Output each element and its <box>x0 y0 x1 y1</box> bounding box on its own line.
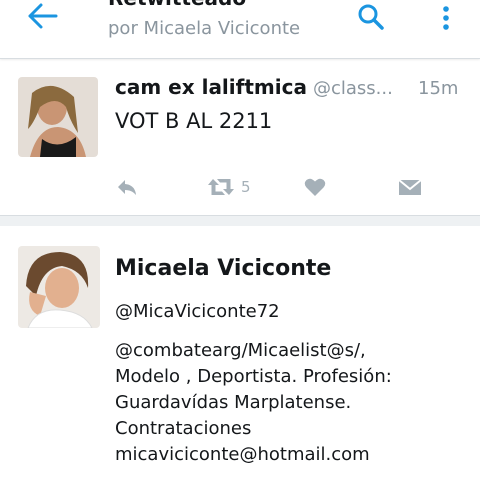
profile-handle: @MicaViciconte72 <box>115 301 280 322</box>
tweet-author-handle: @class... <box>312 78 393 99</box>
profile-bio: @combatearg/Micaelist@s/, Modelo , Depor… <box>115 338 475 468</box>
arrow-left-icon[interactable] <box>26 2 60 30</box>
direct-message-icon[interactable] <box>397 175 423 199</box>
page-title: Retwitteado <box>108 0 246 10</box>
retweet-icon <box>208 179 234 195</box>
bio-line: Guardavídas Marplatense. <box>115 392 352 413</box>
bio-line: @combatearg/Micaelist@s/, <box>115 340 366 361</box>
bio-line: Modelo , Deportista. Profesión: <box>115 366 392 387</box>
tweet-text: VOT B AL 2211 <box>115 109 273 133</box>
tweet-author-name[interactable]: cam ex laliftmica <box>115 75 307 99</box>
more-vertical-icon[interactable] <box>436 4 456 34</box>
like-icon[interactable] <box>303 175 327 199</box>
retweeter-profile: Micaela Viciconte @MicaViciconte72 @comb… <box>0 226 480 480</box>
tweet-actions: 5 <box>115 175 425 201</box>
bio-line: Contrataciones <box>115 418 252 439</box>
bio-line: micaviciconte@hotmail.com <box>115 444 370 465</box>
section-divider <box>0 215 480 226</box>
retweet-button[interactable]: 5 <box>205 175 265 199</box>
retweeted-tweet[interactable]: cam ex laliftmica @class... 15m VOT B AL … <box>0 59 480 215</box>
tweet-timestamp: 15m <box>418 78 459 99</box>
app-bar: Retwitteado por Micaela Viciconte <box>0 0 480 59</box>
profile-avatar[interactable] <box>18 246 100 328</box>
reply-icon[interactable] <box>115 175 139 199</box>
retweet-count: 5 <box>241 178 251 196</box>
profile-name[interactable]: Micaela Viciconte <box>115 256 331 281</box>
page-subtitle: por Micaela Viciconte <box>108 18 301 39</box>
tweet-header: cam ex laliftmica @class... <box>115 75 470 99</box>
search-icon[interactable] <box>356 2 386 32</box>
tweet-author-avatar[interactable] <box>18 77 98 157</box>
